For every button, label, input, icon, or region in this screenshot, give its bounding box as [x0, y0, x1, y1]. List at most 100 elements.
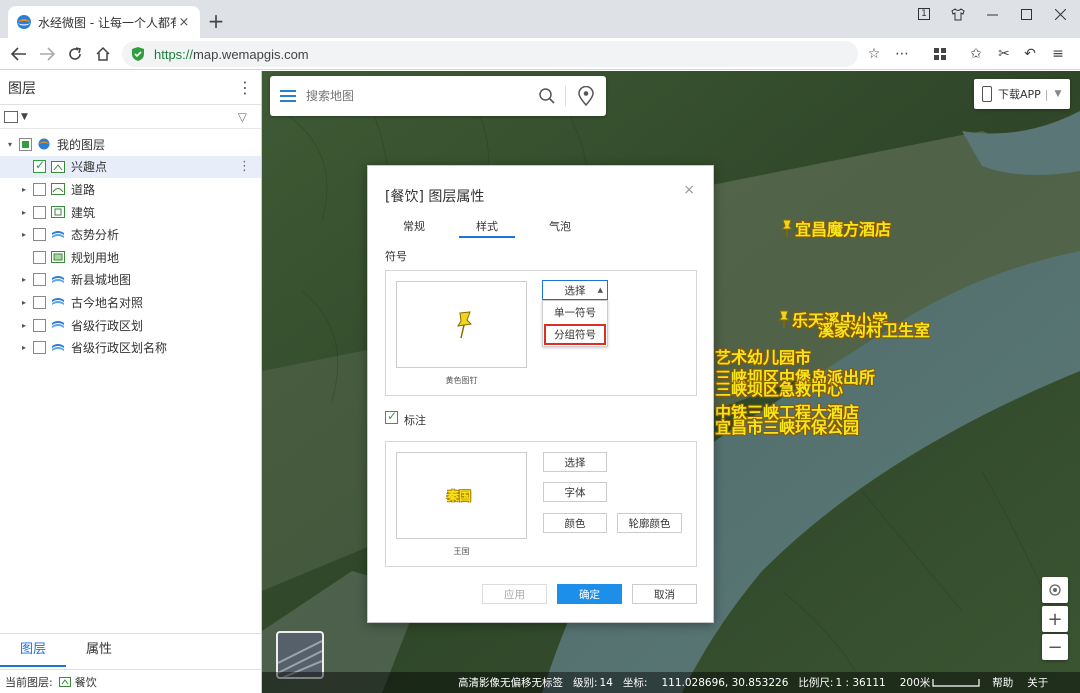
- chevron-right-icon[interactable]: ▸: [18, 343, 30, 352]
- forward-icon[interactable]: [34, 42, 60, 66]
- filter-icon[interactable]: ▽: [238, 110, 247, 124]
- ok-button[interactable]: 确定: [557, 584, 622, 604]
- screenshot-scissors-icon[interactable]: ✂: [994, 45, 1014, 63]
- map-search-input[interactable]: [306, 89, 529, 103]
- panel-more-icon[interactable]: ⋮: [237, 78, 253, 97]
- layer-visibility-checkbox[interactable]: [33, 228, 46, 242]
- symbol-preview: [396, 281, 527, 368]
- url-field[interactable]: https://map.wemapgis.com: [122, 41, 858, 67]
- tab-bubble[interactable]: 气泡: [532, 218, 588, 238]
- chevron-right-icon[interactable]: ▸: [18, 185, 30, 194]
- layer-row[interactable]: 规划用地: [0, 246, 261, 269]
- close-window-icon[interactable]: [1042, 0, 1078, 28]
- layer-row[interactable]: ▸ 省级行政区划名称: [0, 336, 261, 359]
- layer-visibility-checkbox[interactable]: [33, 295, 46, 309]
- annotation-preview-text: 秦国: [447, 489, 472, 503]
- poi-marker[interactable]: 宜昌市三峡环保公园: [715, 414, 859, 438]
- chevron-down-icon[interactable]: ▾: [4, 140, 16, 149]
- chevron-down-icon[interactable]: ▼: [21, 112, 28, 122]
- layer-visibility-checkbox[interactable]: [19, 137, 32, 151]
- search-icon[interactable]: [529, 88, 565, 104]
- menu-item-single-symbol[interactable]: 单一符号: [543, 301, 607, 323]
- browser-tab[interactable]: 水经微图 - 让每一个人都有自 ×: [8, 6, 200, 38]
- chevron-right-icon[interactable]: ▸: [18, 275, 30, 284]
- menu-icon[interactable]: [270, 90, 306, 102]
- layer-visibility-checkbox[interactable]: [33, 182, 46, 196]
- layer-properties-dialog: [餐饮] 图层属性 × 常规 样式 气泡 符号 黄色图钉 选择 ▲ 单一符号 分…: [367, 165, 714, 623]
- chevron-down-icon[interactable]: ▼: [1055, 89, 1062, 99]
- zoom-out-button[interactable]: −: [1042, 634, 1068, 660]
- apps-grid-icon[interactable]: [930, 45, 950, 63]
- poi-marker[interactable]: 溪家沟村卫生室: [818, 317, 930, 341]
- maximize-icon[interactable]: [1008, 0, 1044, 28]
- layer-row[interactable]: 兴趣点 ⋮: [0, 155, 261, 179]
- url-host: map.wemapgis.com: [193, 46, 309, 62]
- browser-menu-icon[interactable]: ≡: [1048, 45, 1068, 63]
- layer-row[interactable]: ▸ 建筑: [0, 201, 261, 224]
- apply-button[interactable]: 应用: [482, 584, 547, 604]
- more-actions-icon[interactable]: ⋯: [892, 45, 912, 63]
- reload-icon[interactable]: [62, 42, 88, 66]
- tab-layers[interactable]: 图层: [0, 634, 66, 667]
- font-button[interactable]: 字体: [543, 482, 607, 502]
- web-layer-icon: [52, 298, 64, 306]
- minimize-icon[interactable]: [974, 0, 1010, 28]
- layers-panel-title: 图层: [8, 80, 36, 97]
- scale-bar-icon: [932, 678, 980, 687]
- new-tab-button[interactable]: +: [206, 10, 226, 32]
- layer-visibility-checkbox[interactable]: [33, 318, 46, 332]
- tab-close-icon[interactable]: ×: [176, 15, 192, 30]
- layers-panel: 图层 ⋮ ▼ ▽ ▾我的图层兴趣点⋮▸道路▸建筑▸态势分析规划用地▸新县城地图▸…: [0, 71, 262, 693]
- layer-visibility-checkbox[interactable]: [33, 250, 46, 264]
- menu-item-grouped-symbol[interactable]: 分组符号: [544, 324, 606, 345]
- back-icon[interactable]: [6, 42, 32, 66]
- layer-visibility-checkbox[interactable]: [33, 158, 46, 174]
- layer-row[interactable]: ▸ 道路: [0, 178, 261, 201]
- layer-label: 规划用地: [71, 250, 120, 265]
- about-link[interactable]: 关于: [1027, 675, 1048, 690]
- poi-marker[interactable]: 宜昌魔方酒店: [779, 216, 891, 240]
- layer-more-icon[interactable]: ⋮: [238, 159, 251, 174]
- layer-row[interactable]: ▾ 我的图层: [0, 133, 261, 156]
- poi-marker[interactable]: 三峡坝区急救中心: [715, 376, 843, 400]
- window-count-badge[interactable]: 1: [906, 0, 942, 28]
- favorites-list-icon[interactable]: ✩: [966, 45, 986, 63]
- cancel-button[interactable]: 取消: [632, 584, 697, 604]
- layer-row[interactable]: ▸ 省级行政区划: [0, 314, 261, 337]
- tab-style[interactable]: 样式: [459, 218, 515, 238]
- help-link[interactable]: 帮助: [992, 675, 1013, 690]
- download-app-button[interactable]: 下载APP | ▼: [974, 79, 1070, 109]
- location-pin-icon[interactable]: [566, 86, 606, 106]
- chevron-right-icon[interactable]: ▸: [18, 230, 30, 239]
- locate-me-button[interactable]: [1042, 577, 1068, 603]
- layer-visibility-checkbox[interactable]: [33, 205, 46, 219]
- annotation-checkbox[interactable]: [385, 409, 398, 424]
- shirt-icon[interactable]: [940, 0, 976, 28]
- chevron-right-icon[interactable]: ▸: [18, 298, 30, 307]
- layer-row[interactable]: ▸ 态势分析: [0, 223, 261, 246]
- layer-row[interactable]: ▸ 新县城地图: [0, 269, 261, 292]
- outline-color-button[interactable]: 轮廓颜色: [617, 513, 682, 533]
- symbol-type-select-label: 选择: [564, 284, 586, 297]
- tab-general[interactable]: 常规: [386, 218, 442, 238]
- color-button[interactable]: 颜色: [543, 513, 607, 533]
- home-icon[interactable]: [90, 42, 116, 66]
- layer-visibility-checkbox[interactable]: [33, 273, 46, 287]
- panel-bottom-tabs: 图层 属性: [0, 633, 261, 667]
- tab-properties[interactable]: 属性: [66, 634, 132, 667]
- chevron-right-icon[interactable]: ▸: [18, 321, 30, 330]
- zoom-in-button[interactable]: +: [1042, 606, 1068, 632]
- layer-row[interactable]: ▸ 古今地名对照: [0, 291, 261, 314]
- annotation-select-button[interactable]: 选择: [543, 452, 607, 472]
- scale-label: 比例尺:: [798, 677, 834, 689]
- bookmark-star-icon[interactable]: ☆: [864, 45, 884, 63]
- symbol-type-select[interactable]: 选择 ▲: [542, 280, 608, 300]
- level-label: 级别:: [573, 677, 598, 689]
- close-icon[interactable]: ×: [683, 182, 695, 198]
- layer-list-icon[interactable]: [4, 110, 18, 123]
- annotation-preview: 秦国: [396, 452, 527, 539]
- phone-icon: [982, 86, 992, 102]
- undo-icon[interactable]: ↶: [1020, 45, 1040, 63]
- layer-visibility-checkbox[interactable]: [33, 341, 46, 355]
- chevron-right-icon[interactable]: ▸: [18, 208, 30, 217]
